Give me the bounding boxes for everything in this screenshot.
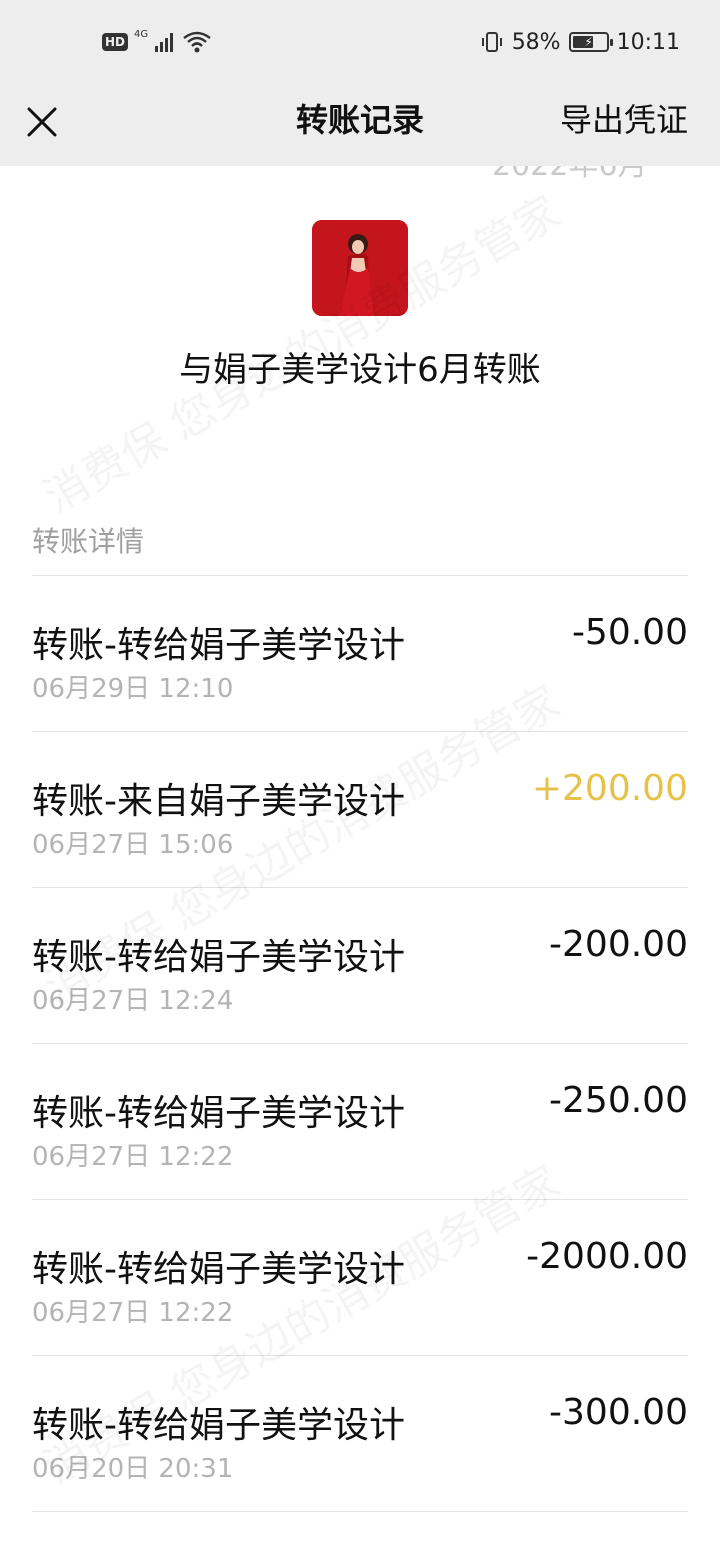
record-title: 转账-转给娟子美学设计 xyxy=(32,937,405,978)
charging-icon: ⚡ xyxy=(584,35,593,49)
record-time: 06月27日 12:22 xyxy=(32,1142,234,1172)
export-voucher-button[interactable]: 导出凭证 xyxy=(560,84,688,156)
record-amount: +200.00 xyxy=(531,768,688,809)
vibrate-icon xyxy=(481,32,502,52)
hd-badge: HD xyxy=(102,33,129,51)
signal-icon xyxy=(155,33,174,52)
transfer-record[interactable]: 转账-转给娟子美学设计 06月27日 12:24 -200.00 xyxy=(32,887,688,1043)
transfer-record[interactable]: 转账-转给娟子美学设计 06月27日 12:22 -2000.00 xyxy=(32,1199,688,1355)
record-time: 06月27日 12:24 xyxy=(32,986,234,1016)
record-title: 转账-转给娟子美学设计 xyxy=(32,625,405,666)
status-bar-left: HD 4G xyxy=(102,28,212,56)
record-title: 转账-转给娟子美学设计 xyxy=(32,1249,405,1290)
clock: 10:11 xyxy=(616,29,680,55)
status-bar-right: 58% ⚡ 10:11 xyxy=(480,28,680,56)
transfer-record[interactable]: 转账-来自娟子美学设计 06月27日 15:06 +200.00 xyxy=(32,731,688,887)
network-type: 4G xyxy=(134,28,149,40)
record-amount: -2000.00 xyxy=(526,1236,688,1277)
avatar-image xyxy=(312,220,408,316)
conversation-title: 与娟子美学设计6月转账 xyxy=(179,350,541,390)
status-bar: HD 4G 58% ⚡ 10:11 xyxy=(0,0,720,84)
nav-bar: 转账记录 导出凭证 xyxy=(0,84,720,166)
record-amount: -50.00 xyxy=(571,612,688,653)
transfer-record[interactable]: 转账-转给娟子美学设计 06月29日 12:10 -50.00 xyxy=(32,575,688,731)
avatar xyxy=(312,220,408,316)
record-time: 06月29日 12:10 xyxy=(32,674,234,704)
record-amount: -200.00 xyxy=(549,924,688,965)
transfer-record[interactable]: 转账-转给娟子美学设计 06月27日 12:22 -250.00 xyxy=(32,1043,688,1199)
battery-percent: 58% xyxy=(511,29,561,55)
wifi-icon xyxy=(183,31,211,53)
record-title: 转账-来自娟子美学设计 xyxy=(32,781,405,822)
record-time: 06月27日 12:22 xyxy=(32,1298,234,1328)
record-title: 转账-转给娟子美学设计 xyxy=(32,1405,405,1446)
transfer-record[interactable]: 转账-转给娟子美学设计 06月20日 20:31 -300.00 xyxy=(32,1355,688,1512)
record-amount: -300.00 xyxy=(549,1392,688,1433)
record-title: 转账-转给娟子美学设计 xyxy=(32,1093,405,1134)
transfer-list: 转账-转给娟子美学设计 06月29日 12:10 -50.00 转账-来自娟子美… xyxy=(32,575,688,1512)
record-time: 06月20日 20:31 xyxy=(32,1454,234,1484)
section-label: 转账详情 xyxy=(32,525,145,558)
battery-icon: ⚡ xyxy=(568,32,613,52)
record-time: 06月27日 15:06 xyxy=(32,830,234,860)
record-amount: -250.00 xyxy=(549,1080,688,1121)
